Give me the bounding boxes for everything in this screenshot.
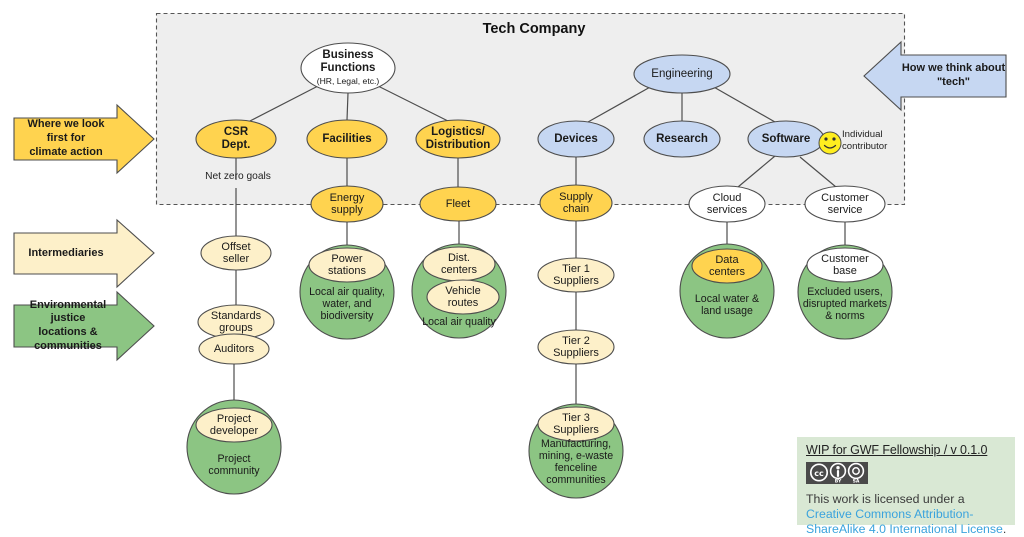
side-arrow-environmental-justice (13, 290, 155, 362)
shape-logistics-distribution (415, 119, 501, 159)
svg-text:BY: BY (835, 479, 842, 484)
impact-circles (186, 243, 893, 499)
page-title: Tech Company (482, 21, 586, 37)
shape-tier-1-suppliers (537, 257, 615, 293)
shape-offset-seller (200, 235, 272, 271)
license-text-prefix: This work is licensed under a (806, 492, 965, 506)
svg-text:cc: cc (814, 469, 824, 478)
shape-vehicle-routes (426, 279, 500, 315)
shape-devices (537, 120, 615, 158)
diagram-canvas: .ed{stroke:#4d4d4d;stroke-width:1.2;fill… (0, 0, 1024, 536)
shape-data-centers (691, 248, 763, 284)
shape-power-stations (308, 247, 386, 283)
cc-by-sa-badge-icon: cc BY SA (806, 462, 868, 489)
svg-text:SA: SA (853, 479, 860, 484)
side-arrow-climate-action (13, 103, 155, 175)
license-text-suffix: . (1002, 522, 1007, 536)
shape-tier-2-suppliers (537, 329, 615, 365)
shape-engineering (633, 54, 731, 94)
shape-csr-dept (195, 119, 277, 159)
license-link[interactable]: Creative Commons Attribution-ShareAlike … (806, 507, 1003, 536)
shape-cloud-services (688, 185, 766, 223)
shape-auditors (198, 333, 270, 365)
shape-fleet (419, 186, 497, 222)
side-arrow-intermediaries (13, 218, 155, 289)
shape-tier-3-suppliers (537, 406, 615, 442)
shape-project-developer (195, 407, 273, 443)
shape-supply-chain (539, 184, 613, 222)
license-text: This work is licensed under a Creative C… (806, 492, 1008, 537)
shape-software (747, 120, 825, 158)
shape-customer-service (804, 185, 886, 223)
license-title: WIP for GWF Fellowship / v 0.1.0 (806, 443, 988, 457)
individual-contributor-label: Individual contributor (842, 129, 888, 152)
edge-label-net-zero-goals: Net zero goals (205, 171, 271, 182)
shape-energy-supply (310, 185, 384, 223)
shape-facilities (306, 119, 388, 159)
shape-research (643, 120, 721, 158)
shape-customer-base (806, 247, 884, 283)
smiley-face-icon (818, 131, 842, 155)
license-card: WIP for GWF Fellowship / v 0.1.0 cc BY S… (797, 437, 1015, 536)
shape-dist-centers (422, 246, 496, 282)
shape-business-functions (300, 42, 396, 94)
